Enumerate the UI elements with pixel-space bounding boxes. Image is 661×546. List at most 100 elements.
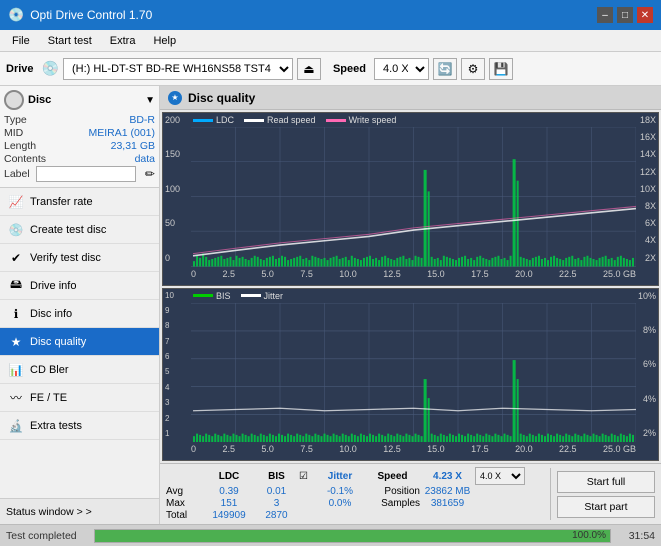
chart-ldc: LDC Read speed Write speed 200 150 10: [162, 112, 659, 286]
speed-select[interactable]: 4.0 X: [374, 58, 429, 80]
bis-header: BIS: [254, 471, 299, 482]
disc-row-label: Label ✏: [4, 166, 155, 182]
charts-area: LDC Read speed Write speed 200 150 10: [160, 110, 661, 463]
close-button[interactable]: ✕: [637, 7, 653, 23]
disc-panel-header: Disc ▼: [4, 90, 155, 110]
cd-bler-icon: 📊: [8, 362, 24, 378]
chart2-y-left: 10 9 8 7 6 5 4 3 2 1: [163, 289, 191, 441]
sidebar-item-cd-bler[interactable]: 📊 CD Bler: [0, 356, 159, 384]
app-icon: 💿: [8, 7, 24, 23]
speed-header: Speed: [365, 471, 420, 482]
label-edit-icon[interactable]: ✏: [145, 167, 155, 181]
disc-panel: Disc ▼ Type BD-R MID MEIRA1 (001) Length…: [0, 86, 159, 188]
settings-button[interactable]: ⚙: [461, 58, 485, 80]
speed-select[interactable]: 4.0 X: [475, 467, 525, 485]
content-title: Disc quality: [188, 91, 255, 105]
start-part-button[interactable]: Start part: [557, 496, 655, 518]
sidebar: Disc ▼ Type BD-R MID MEIRA1 (001) Length…: [0, 86, 160, 524]
menu-bar: File Start test Extra Help: [0, 30, 661, 52]
sidebar-item-drive-info[interactable]: 🖴 Drive info: [0, 272, 159, 300]
sidebar-item-verify-test-disc[interactable]: ✔ Verify test disc: [0, 244, 159, 272]
refresh-button[interactable]: 🔄: [433, 58, 457, 80]
nav-section: 📈 Transfer rate 💿 Create test disc ✔ Ver…: [0, 188, 159, 498]
total-bis: 2870: [254, 510, 299, 521]
status-window-button[interactable]: Status window > >: [0, 498, 159, 524]
progress-fill: [95, 530, 610, 542]
extra-tests-icon: 🔬: [8, 418, 24, 434]
max-jitter: 0.0%: [315, 498, 365, 509]
drive-info-icon: 🖴: [8, 278, 24, 294]
position-label: Position: [365, 486, 420, 497]
create-test-disc-icon: 💿: [8, 222, 24, 238]
time-display: 31:54: [619, 530, 655, 542]
samples-value: 381659: [420, 498, 475, 509]
fe-te-icon: 〰: [8, 390, 24, 406]
sidebar-item-disc-quality[interactable]: ★ Disc quality: [0, 328, 159, 356]
chart1-x-axis: 0 2.5 5.0 7.5 10.0 12.5 15.0 17.5 20.0 2…: [191, 267, 636, 285]
ldc-header: LDC: [204, 471, 254, 482]
legend-read-speed: Read speed: [244, 115, 316, 125]
status-window-label: Status window > >: [6, 506, 92, 518]
jitter-header: Jitter: [315, 471, 365, 482]
drive-select[interactable]: (H:) HL-DT-ST BD-RE WH16NS58 TST4: [63, 58, 293, 80]
save-button[interactable]: 💾: [489, 58, 513, 80]
chart-bis: BIS Jitter 10 9 8 7 6 5 4 3: [162, 288, 659, 462]
disc-info-icon: ℹ: [8, 306, 24, 322]
total-label: Total: [166, 510, 204, 521]
legend-ldc: LDC: [193, 115, 234, 125]
avg-ldc: 0.39: [204, 486, 254, 497]
minimize-button[interactable]: –: [597, 7, 613, 23]
toolbar: Drive 💿 (H:) HL-DT-ST BD-RE WH16NS58 TST…: [0, 52, 661, 86]
chart2-plot: [191, 303, 636, 443]
menu-file[interactable]: File: [4, 33, 38, 49]
progress-bar: 100.0%: [94, 529, 611, 543]
menu-help[interactable]: Help: [145, 33, 184, 49]
disc-panel-title: Disc: [28, 94, 51, 106]
status-text: Test completed: [6, 530, 86, 542]
chart1-svg: [191, 127, 636, 267]
chart1-y-left: 200 150 100 50 0: [163, 113, 191, 265]
menu-start-test[interactable]: Start test: [40, 33, 100, 49]
sidebar-item-transfer-rate[interactable]: 📈 Transfer rate: [0, 188, 159, 216]
verify-test-disc-icon: ✔: [8, 250, 24, 266]
total-ldc: 149909: [204, 510, 254, 521]
disc-quality-icon: ★: [8, 334, 24, 350]
chart2-legend: BIS Jitter: [193, 291, 283, 301]
content-panel: ★ Disc quality LDC Read speed: [160, 86, 661, 524]
eject-button[interactable]: ⏏: [297, 58, 321, 80]
sidebar-item-fe-te[interactable]: 〰 FE / TE: [0, 384, 159, 412]
sidebar-item-disc-info[interactable]: ℹ Disc info: [0, 300, 159, 328]
sidebar-item-create-test-disc[interactable]: 💿 Create test disc: [0, 216, 159, 244]
disc-row-type: Type BD-R: [4, 114, 155, 126]
maximize-button[interactable]: □: [617, 7, 633, 23]
title-bar-left: 💿 Opti Drive Control 1.70: [8, 7, 152, 23]
title-bar-controls: – □ ✕: [597, 7, 653, 23]
disc-row-mid: MID MEIRA1 (001): [4, 127, 155, 139]
disc-row-contents: Contents data: [4, 153, 155, 165]
max-ldc: 151: [204, 498, 254, 509]
stats-buttons: Start full Start part: [551, 464, 661, 524]
content-header-icon: ★: [168, 91, 182, 105]
drive-icon: 💿: [42, 60, 59, 77]
disc-panel-collapse[interactable]: ▼: [145, 95, 155, 106]
main-content: Disc ▼ Type BD-R MID MEIRA1 (001) Length…: [0, 86, 661, 524]
menu-extra[interactable]: Extra: [102, 33, 144, 49]
app-title: Opti Drive Control 1.70: [30, 8, 152, 22]
chart2-y-right: 10% 8% 6% 4% 2%: [636, 289, 658, 441]
bottom-bar: Test completed 100.0% 31:54: [0, 524, 661, 546]
avg-jitter: -0.1%: [315, 486, 365, 497]
sidebar-item-extra-tests[interactable]: 🔬 Extra tests: [0, 412, 159, 440]
start-full-button[interactable]: Start full: [557, 471, 655, 493]
drive-label: Drive: [6, 63, 34, 75]
chart1-legend: LDC Read speed Write speed: [193, 115, 396, 125]
speed-label: Speed: [333, 63, 366, 75]
chart2-x-axis: 0 2.5 5.0 7.5 10.0 12.5 15.0 17.5 20.0 2…: [191, 442, 636, 460]
stats-row: LDC BIS ☑ Jitter Speed 4.23 X 4.0 X Avg …: [160, 463, 661, 524]
legend-jitter: Jitter: [241, 291, 284, 301]
legend-bis: BIS: [193, 291, 231, 301]
label-input[interactable]: [36, 166, 136, 182]
chart1-y-right: 18X 16X 14X 12X 10X 8X 6X 4X 2X: [636, 113, 658, 265]
avg-label: Avg: [166, 486, 204, 497]
samples-label: Samples: [365, 498, 420, 509]
legend-write-speed: Write speed: [326, 115, 397, 125]
